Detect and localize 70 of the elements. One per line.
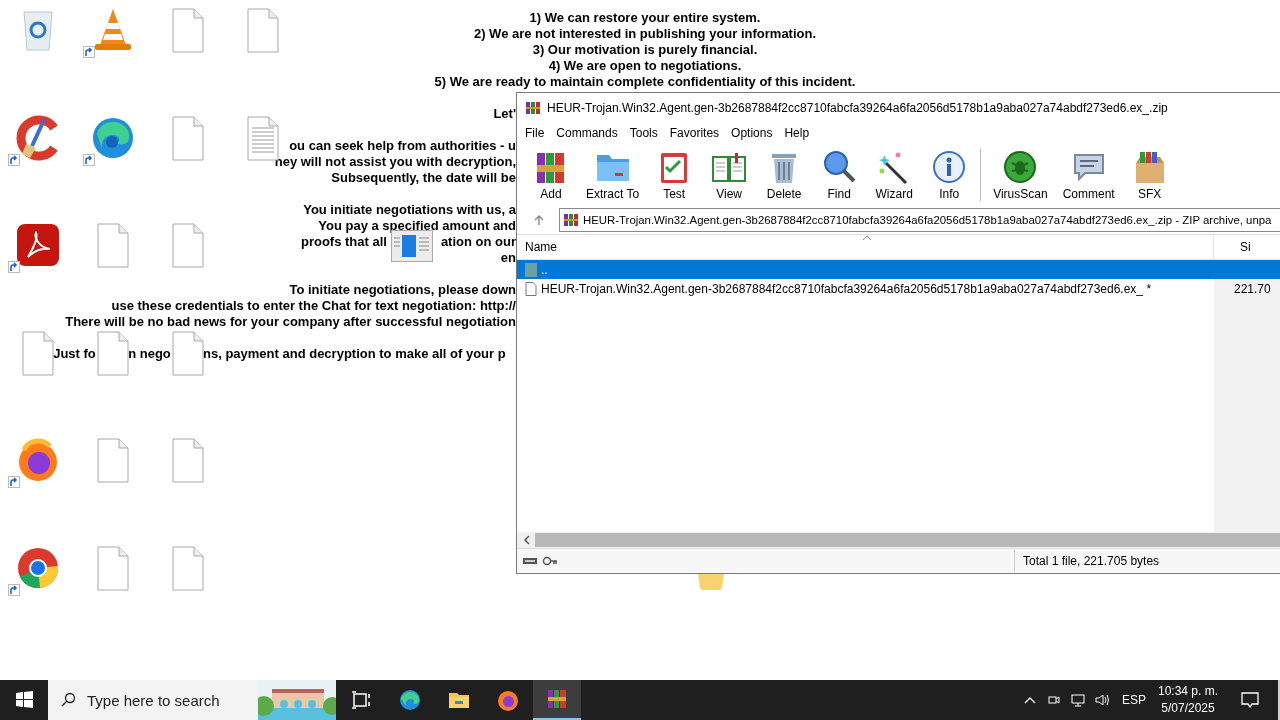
drive-icon: [522, 556, 538, 566]
file-icon: [525, 281, 537, 296]
note-text: 4) We are open to negotiations.: [548, 58, 742, 74]
note-text: You initiate negotiations with us, a: [303, 202, 516, 218]
address-field[interactable]: HEUR-Trojan.Win32.Agent.gen-3b2687884f2cc8710fabcfa39264a6fa2056d5178b1a9aba027a74abdf273ed6.ex_.zip - ZIP archive, unpa: [559, 208, 1280, 232]
menu-item[interactable]: Options: [725, 123, 779, 142]
menu-item[interactable]: Tools: [623, 123, 664, 142]
address-text: HEUR-Trojan.Win32.Agent.gen-3b2687884f2cc8710fabcfa39264a6fa2056d5178b1a9aba027a74abdf273ed6.ex_.zip - ZIP archive, unpa: [583, 214, 1272, 226]
note-text: Subsequently, the date will be: [331, 170, 516, 186]
column-header[interactable]: Name: [517, 235, 1214, 259]
note-text: use these credentials to enter the Chat for text negotiation: http://: [111, 298, 516, 314]
file-row[interactable]: ..: [517, 260, 1280, 279]
clock[interactable]: 10:34 p. m. 5/07/2025: [1157, 683, 1218, 717]
taskbar-button[interactable]: [533, 680, 581, 720]
folder-up-icon: [525, 262, 537, 277]
toolbar-button[interactable]: Add: [527, 146, 575, 203]
toolbar-button[interactable]: Info: [925, 146, 974, 203]
task-view-icon: [349, 688, 373, 712]
toolbar-button[interactable]: Wizard: [870, 146, 919, 203]
status-text: Total 1 file, 221.705 bytes: [1022, 554, 1160, 568]
menu-item[interactable]: Help: [778, 123, 816, 142]
toolbar-button[interactable]: Extract To: [582, 146, 644, 203]
toolbar-button[interactable]: Test: [650, 146, 699, 203]
note-text: 5) We are ready to maintain complete confidentiality of this incident.: [434, 74, 856, 90]
note-text: en: [500, 250, 516, 266]
note-text: proofs that all: [300, 234, 387, 250]
note-text: Just fo: [52, 346, 97, 362]
up-arrow-icon[interactable]: [533, 214, 545, 226]
note-text: ou can seek help from authorities - u: [289, 138, 516, 154]
magnifier-icon: [821, 148, 858, 185]
key-icon: [542, 556, 558, 566]
notification-icon[interactable]: [1240, 690, 1260, 710]
toolbar-button[interactable]: VirusScan: [989, 146, 1052, 203]
note-text: There will be no bad news for your company after successful negotiation: [65, 314, 516, 330]
note-text: To initiate negotiations, please down: [289, 282, 516, 298]
toolbar-button[interactable]: Comment: [1058, 146, 1119, 203]
books-icon: [525, 99, 541, 116]
sort-caret-icon: [862, 235, 872, 241]
scrollbar-thumb[interactable]: [535, 533, 1280, 547]
browser-icon: [496, 688, 520, 712]
menu-item[interactable]: File: [519, 123, 551, 142]
note-text: n nego: [127, 346, 172, 362]
note-text: Let': [493, 106, 516, 122]
menu-item[interactable]: Commands: [550, 123, 624, 142]
toolbar-button[interactable]: Find: [815, 146, 864, 203]
search-icon: [60, 692, 76, 708]
note-text: You pay a specified amount and: [318, 218, 516, 234]
note-text: 1) We can restore your entire system.: [529, 10, 761, 26]
note-text: ns, payment and decryption to make all of your p: [203, 346, 506, 362]
toolbar-button[interactable]: View: [705, 146, 754, 203]
volume-icon[interactable]: [1093, 692, 1110, 708]
note-text: 2) We are not interested in publishing your information.: [473, 26, 817, 42]
info-icon: [931, 148, 968, 185]
toolbar-button[interactable]: Delete: [760, 146, 809, 203]
window-title: HEUR-Trojan.Win32.Agent.gen-3b2687884f2cc8710fabcfa39264a6fa2056d5178b1a9aba027a74abdf273ed6.ex_.zip: [547, 100, 1168, 115]
column-header[interactable]: Si: [1214, 240, 1251, 254]
note-text: 3) Our motivation is purely financial.: [532, 42, 758, 58]
toolbar-button[interactable]: SFX: [1125, 146, 1174, 203]
browser-icon: [398, 688, 422, 712]
language-indicator[interactable]: ESP: [1121, 693, 1146, 707]
bug-icon: [1002, 148, 1039, 185]
books-icon: [563, 212, 579, 228]
search-field[interactable]: Type here to search: [48, 680, 258, 720]
menu-item[interactable]: Favorites: [663, 123, 726, 142]
scroll-left-icon[interactable]: [523, 535, 531, 545]
file-row[interactable]: HEUR-Trojan.Win32.Agent.gen-3b2687884f2cc8710fabcfa39264a6fa2056d5178b1a9aba027a74abdf273ed6.ex_ * 221.70: [517, 279, 1280, 298]
note-text: hey will not assist you with decryption,: [274, 154, 516, 170]
books-icon: [545, 687, 569, 711]
note-text: ation on our: [440, 234, 516, 250]
network-icon[interactable]: [1069, 692, 1086, 708]
